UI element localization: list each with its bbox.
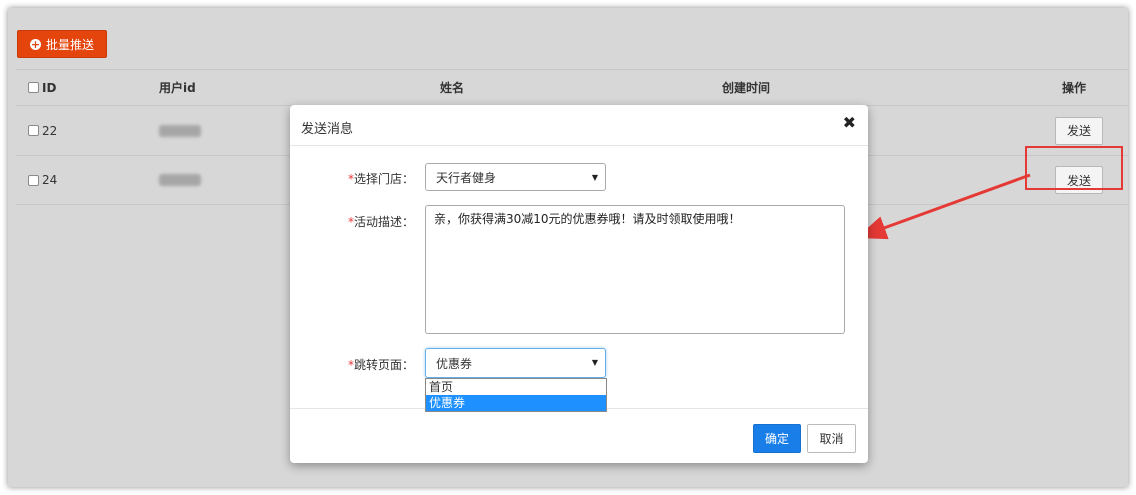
chevron-down-icon: ▼ bbox=[591, 173, 598, 182]
description-textarea[interactable]: 亲，你获得满30减10元的优惠券哦！请及时领取使用哦！ bbox=[425, 205, 845, 334]
row-id-cell: 24 bbox=[28, 173, 57, 187]
page-select-value: 优惠券 bbox=[436, 356, 473, 371]
dialog-header: 发送消息 ✖ bbox=[290, 105, 868, 146]
desc-label-text: 活动描述： bbox=[353, 215, 414, 229]
row-id-cell: 22 bbox=[28, 124, 57, 138]
batch-push-label: 批量推送 bbox=[45, 37, 94, 52]
row-send-cell: 发送 bbox=[1055, 116, 1103, 145]
batch-push-button[interactable]: + 批量推送 bbox=[17, 30, 107, 58]
send-message-dialog: 发送消息 ✖ *选择门店： 天行者健身 ▼ *活动描述： 亲，你获得满30减10… bbox=[290, 105, 868, 463]
chevron-down-icon: ▼ bbox=[591, 358, 598, 367]
store-select-value: 天行者健身 bbox=[436, 170, 497, 185]
page-option-home[interactable]: 首页 bbox=[426, 379, 606, 395]
user-id-blurred bbox=[159, 174, 201, 186]
page-select[interactable]: 优惠券 ▼ bbox=[425, 348, 606, 378]
header-id-label: ID bbox=[42, 80, 57, 95]
page-label: *跳转页面： bbox=[324, 356, 414, 373]
desc-label: *活动描述： bbox=[324, 213, 414, 230]
send-button-highlight bbox=[1025, 146, 1123, 190]
send-button[interactable]: 发送 bbox=[1055, 116, 1103, 145]
store-select[interactable]: 天行者健身 ▼ bbox=[425, 163, 606, 191]
row-checkbox[interactable] bbox=[28, 125, 39, 136]
header-id: ID bbox=[28, 81, 56, 95]
close-icon[interactable]: ✖ bbox=[843, 113, 856, 132]
row-id: 22 bbox=[42, 123, 58, 138]
row-checkbox[interactable] bbox=[28, 174, 39, 186]
select-all-checkbox[interactable] bbox=[28, 82, 39, 93]
user-id-blurred bbox=[159, 124, 201, 137]
table-header: ID 用户id 姓名 创建时间 操作 bbox=[16, 69, 1128, 105]
header-name: 姓名 bbox=[440, 81, 465, 95]
dialog-footer: 确定 取消 bbox=[290, 408, 868, 464]
page-dropdown-list: 首页 优惠券 bbox=[425, 378, 607, 412]
dialog-title: 发送消息 bbox=[301, 122, 354, 137]
header-ops: 操作 bbox=[1062, 81, 1087, 95]
store-label-text: 选择门店： bbox=[353, 172, 414, 186]
confirm-button[interactable]: 确定 bbox=[753, 424, 801, 453]
header-user-id: 用户id bbox=[159, 81, 196, 95]
page-option-coupon[interactable]: 优惠券 bbox=[426, 395, 606, 411]
header-created: 创建时间 bbox=[722, 81, 771, 95]
store-label: *选择门店： bbox=[324, 170, 414, 187]
page-label-text: 跳转页面： bbox=[353, 358, 414, 372]
row-id: 24 bbox=[42, 173, 58, 187]
plus-circle-icon: + bbox=[29, 37, 41, 51]
cancel-button[interactable]: 取消 bbox=[807, 424, 856, 453]
